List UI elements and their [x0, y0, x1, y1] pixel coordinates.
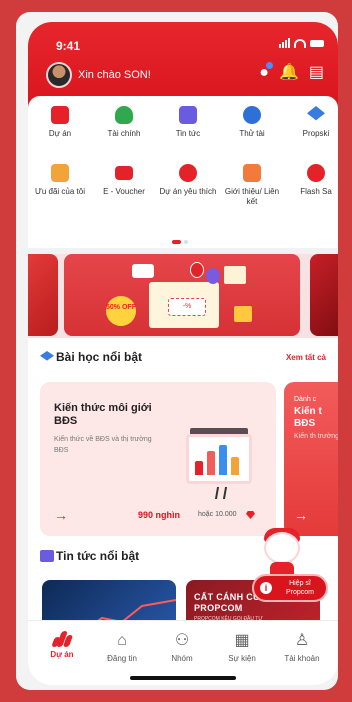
gift-icon — [224, 266, 246, 284]
tab-label: Nhóm — [171, 654, 193, 663]
menu-item-uu-dai[interactable]: Ưu đãi của tôi — [28, 164, 92, 207]
document-icon[interactable]: ▤ — [309, 64, 324, 82]
arrow-right-icon[interactable]: → — [294, 507, 308, 523]
header-actions: ● 🔔 ▤ — [259, 62, 324, 82]
building-icon — [51, 106, 69, 124]
helper-button[interactable]: i Hiệp sĩ Propcom — [252, 574, 328, 602]
menu-item-du-an-yeu-thich[interactable]: Dự án yêu thích — [156, 164, 220, 207]
presentation-board-icon — [186, 434, 252, 484]
board-bar — [195, 461, 203, 475]
menu-row-2: Ưu đãi của tôi E - Voucher Dự án yêu thí… — [28, 164, 338, 207]
see-all-link[interactable]: Xem tất cả — [286, 353, 326, 362]
menu-label: Dự án yêu thích — [159, 187, 217, 196]
battery-icon — [310, 39, 324, 47]
menu-item-tai-chinh[interactable]: Tài chính — [92, 106, 156, 139]
status-icons — [279, 38, 324, 48]
banner-prev[interactable] — [28, 254, 58, 336]
tab-dang-tin[interactable]: ⌂ Đăng tin — [94, 631, 150, 663]
menu-item-flash-sale[interactable]: Flash Sa — [284, 164, 338, 207]
quick-menu: Dự án Tài chính Tin tức Thử tài Propski — [28, 96, 338, 248]
diamond-icon — [246, 511, 255, 519]
calendar-icon: ▦ — [234, 632, 250, 649]
course-alt-price: hoặc 10.000 — [198, 511, 237, 518]
wifi-icon — [294, 38, 306, 48]
menu-label: Tài chính — [107, 129, 141, 138]
board-bar — [219, 445, 227, 475]
course-title: Kiến t BĐS — [294, 406, 322, 429]
greeting-text: Xin chào SON! — [78, 69, 151, 81]
tab-label: Sự kiện — [228, 654, 256, 663]
menu-label: Tin tức — [175, 129, 201, 138]
status-time: 9:41 — [56, 39, 81, 53]
arrow-right-icon[interactable]: → — [54, 507, 68, 523]
signal-icon — [279, 38, 290, 48]
menu-row-1: Dự án Tài chính Tin tức Thử tài Propski — [28, 106, 338, 139]
course-description: Kiến thức về BĐS và thị trường BĐS — [54, 436, 152, 454]
post-icon: ⌂ — [117, 632, 127, 649]
board-stand — [214, 487, 228, 499]
menu-label: Dự án — [48, 129, 72, 138]
info-icon: i — [260, 582, 272, 594]
sale-badge: 50% OFF — [106, 296, 136, 326]
course-title: Kiến thức môi giới BĐS — [54, 402, 152, 427]
gift-icon — [51, 164, 69, 182]
board-bar — [231, 457, 239, 475]
banner-next[interactable] — [310, 254, 338, 336]
graduation-cap-icon — [40, 351, 54, 361]
course-description: Kiến th trường — [294, 433, 338, 440]
propcom-logo-icon — [132, 264, 154, 278]
menu-item-du-an[interactable]: Dự án — [28, 106, 92, 139]
mascot-head — [264, 532, 300, 564]
bell-icon[interactable]: 🔔 — [279, 64, 299, 82]
course-tag: Dành c — [294, 396, 317, 403]
news-icon — [40, 550, 54, 562]
tab-su-kien[interactable]: ▦ Sự kiện — [214, 631, 270, 663]
board-bar — [207, 451, 215, 475]
balloon-icon — [190, 262, 204, 278]
section-title: Bài học nổi bật — [56, 350, 143, 364]
menu-pager-dots — [172, 240, 188, 244]
menu-item-propski[interactable]: Propski — [284, 106, 338, 139]
trophy-icon — [243, 106, 261, 124]
menu-label: Giới thiệu/ Liên kết — [224, 187, 280, 206]
home-indicator — [130, 676, 236, 680]
phone-screen: 9:41 Xin chào SON! ● 🔔 ▤ Dự án Tài chính — [28, 22, 338, 685]
referral-icon — [243, 164, 261, 182]
menu-label: Thử tài — [239, 129, 265, 138]
tab-label: Tài khoản — [284, 654, 320, 663]
menu-item-thu-tai[interactable]: Thử tài — [220, 106, 284, 139]
propcom-logo-icon — [51, 631, 74, 647]
voucher-ticket: -% — [168, 298, 206, 316]
section-title: Tin tức nổi bật — [56, 549, 140, 563]
promo-banner[interactable]: 50% OFF -% — [64, 254, 300, 336]
avatar[interactable] — [46, 62, 72, 88]
menu-item-e-voucher[interactable]: E - Voucher — [92, 164, 156, 207]
helper-label: Hiệp sĩ Propcom — [285, 580, 314, 596]
tab-tai-khoan[interactable]: ♙ Tài khoản — [274, 631, 330, 663]
menu-item-tin-tuc[interactable]: Tin tức — [156, 106, 220, 139]
menu-label: Flash Sa — [300, 187, 332, 196]
group-icon: ⚇ — [174, 632, 190, 649]
graduation-cap-icon — [307, 106, 325, 121]
course-card-next[interactable]: Dành c Kiến t BĐS Kiến th trường → — [284, 382, 338, 536]
balloon-icon — [206, 268, 220, 284]
menu-label: Propski — [302, 129, 330, 138]
user-icon: ♙ — [294, 632, 310, 649]
tab-label: Dự án — [50, 650, 74, 659]
voucher-icon — [115, 166, 133, 180]
news-icon — [179, 106, 197, 124]
heart-icon — [179, 164, 197, 182]
tab-label: Đăng tin — [107, 654, 137, 663]
chat-icon[interactable]: ● — [259, 62, 273, 82]
course-card[interactable]: Kiến thức môi giới BĐS Kiến thức về BĐS … — [40, 382, 276, 536]
money-bag-icon — [115, 106, 133, 124]
lightning-icon — [307, 164, 325, 182]
gift-icon — [234, 306, 252, 322]
tab-nhom[interactable]: ⚇ Nhóm — [154, 631, 210, 663]
tab-du-an[interactable]: Dự án — [34, 631, 90, 659]
course-price: 990 nghìn — [138, 510, 181, 520]
menu-label: Ưu đãi của tôi — [35, 187, 85, 196]
menu-item-gioi-thieu[interactable]: Giới thiệu/ Liên kết — [220, 164, 284, 207]
menu-label: E - Voucher — [103, 187, 145, 196]
